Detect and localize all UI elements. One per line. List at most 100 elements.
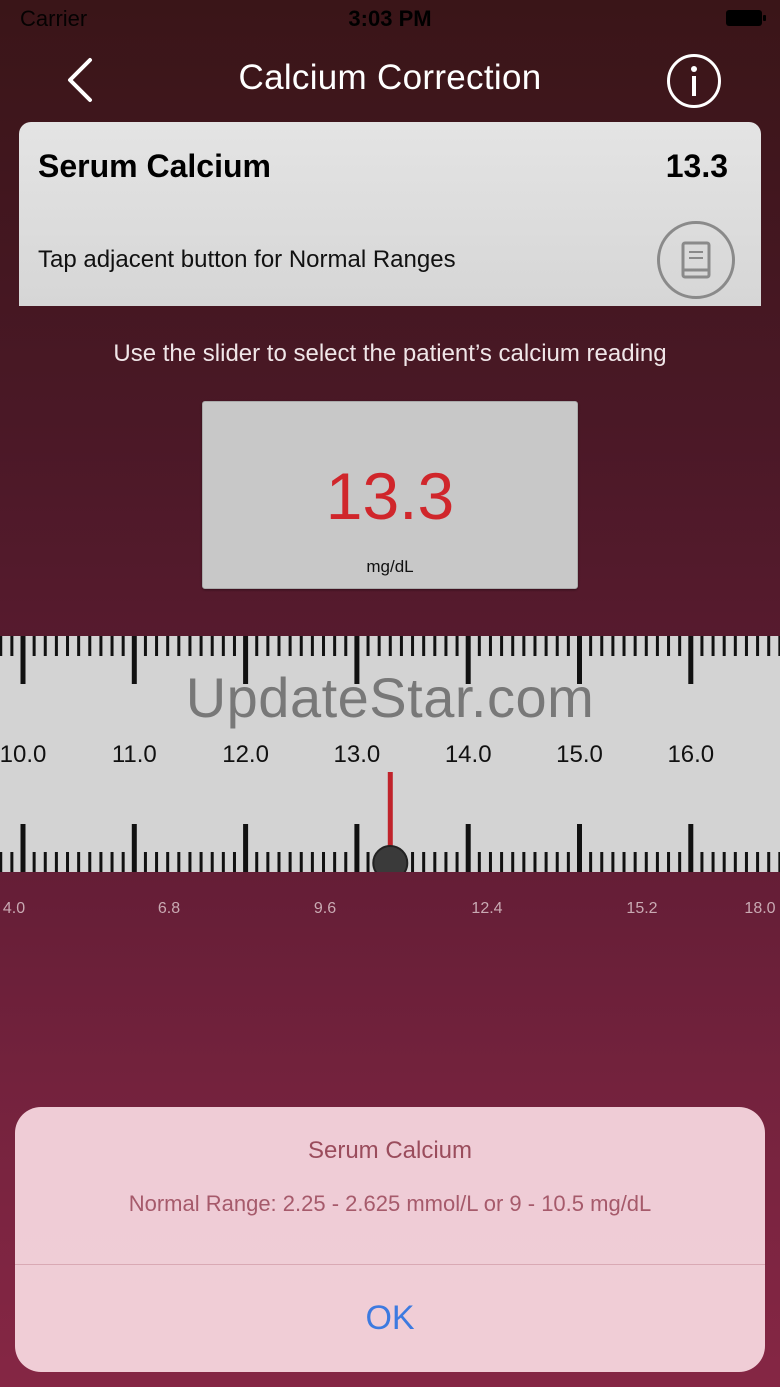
ruler-minor-tick — [477, 636, 481, 656]
ruler-minor-tick — [500, 852, 504, 872]
ok-button[interactable]: OK — [15, 1265, 765, 1372]
ruler-minor-tick — [177, 636, 181, 656]
ruler-minor-tick — [166, 852, 170, 872]
ruler-minor-tick — [544, 636, 548, 656]
ruler-major-tick — [688, 824, 694, 872]
ruler-minor-tick — [711, 636, 715, 656]
ruler-minor-tick — [611, 636, 615, 656]
info-button[interactable] — [667, 54, 721, 108]
ruler-minor-tick — [422, 852, 426, 872]
ruler-minor-tick — [288, 852, 292, 872]
ruler-minor-tick — [54, 852, 58, 872]
ruler-minor-tick — [711, 852, 715, 872]
status-bar: Carrier 3:03 PM — [0, 0, 780, 40]
readout-unit: mg/dL — [366, 557, 414, 576]
alert-title: Serum Calcium — [307, 1137, 473, 1164]
ruler-minor-tick — [366, 636, 370, 656]
ruler-minor-tick — [555, 852, 559, 872]
ruler-minor-tick — [43, 636, 47, 656]
ruler-minor-tick — [255, 636, 259, 656]
ruler-minor-tick — [199, 636, 203, 656]
scale-labels: 4.0 6.8 9.6 12.4 15.2 18.0 — [0, 900, 780, 930]
ruler-minor-tick — [700, 636, 704, 656]
ruler-minor-tick — [88, 852, 92, 872]
ruler-minor-tick — [299, 852, 303, 872]
scale-label: 9.6 — [313, 900, 337, 917]
ruler-label: 12.0 — [222, 741, 269, 768]
ruler-major-tick — [577, 824, 582, 872]
ruler-minor-tick — [266, 636, 270, 656]
ruler-minor-tick — [555, 636, 559, 656]
ruler-minor-tick — [767, 636, 771, 656]
card-value: 13.3 — [665, 148, 728, 184]
ruler-minor-tick — [110, 852, 114, 872]
ruler-minor-tick — [600, 852, 604, 872]
ruler-minor-tick — [433, 852, 437, 872]
ruler-minor-tick — [600, 636, 604, 656]
ruler-minor-tick — [277, 852, 281, 872]
ruler-minor-tick — [611, 852, 615, 872]
ruler-minor-tick — [322, 636, 326, 656]
ruler-major-tick — [131, 824, 137, 872]
ruler-minor-tick — [533, 852, 537, 872]
ruler-minor-tick — [66, 636, 70, 656]
ruler-minor-tick — [667, 852, 671, 872]
ruler-minor-tick — [544, 852, 548, 872]
ruler-minor-tick — [756, 852, 760, 872]
ruler-minor-tick — [333, 852, 337, 872]
ruler-minor-tick — [143, 636, 147, 656]
ruler-minor-tick — [733, 636, 737, 656]
ruler-minor-tick — [500, 636, 504, 656]
ruler-minor-tick — [77, 852, 81, 872]
scale-label: 15.2 — [626, 900, 658, 917]
ruler-minor-tick — [277, 636, 281, 656]
ruler-minor-tick — [655, 852, 659, 872]
scale-label: 18.0 — [744, 900, 776, 917]
ruler-minor-tick — [10, 636, 14, 656]
ruler-minor-tick — [322, 852, 326, 872]
ruler-label: 14.0 — [445, 741, 492, 768]
card-title: Serum Calcium — [38, 148, 271, 184]
ruler-minor-tick — [767, 852, 771, 872]
ruler-minor-tick — [221, 852, 225, 872]
slider-knob[interactable] — [372, 845, 409, 872]
ruler-minor-tick — [121, 636, 125, 656]
ruler-minor-tick — [232, 636, 236, 656]
ruler-minor-tick — [566, 852, 570, 872]
ruler-minor-tick — [32, 852, 36, 872]
ruler-minor-tick — [756, 636, 760, 656]
ruler-minor-tick — [700, 852, 704, 872]
ruler-minor-tick — [522, 636, 526, 656]
ruler-minor-tick — [210, 636, 214, 656]
scale-label: 4.0 — [2, 900, 26, 917]
ruler-minor-tick — [633, 636, 637, 656]
ruler-minor-tick — [377, 636, 381, 656]
ruler-minor-tick — [744, 852, 748, 872]
ruler-label: 10.0 — [0, 741, 46, 768]
readout-value: 13.3 — [325, 459, 455, 533]
ruler-minor-tick — [77, 636, 81, 656]
ruler-minor-tick — [411, 636, 415, 656]
ruler-minor-tick — [589, 852, 593, 872]
ruler-minor-tick — [88, 636, 92, 656]
normal-range-button[interactable] — [657, 221, 735, 299]
ruler-minor-tick — [633, 852, 637, 872]
ruler-minor-tick — [589, 636, 593, 656]
ruler-minor-tick — [533, 636, 537, 656]
ruler-minor-tick — [310, 852, 314, 872]
ruler-minor-tick — [255, 852, 259, 872]
ruler-label: 16.0 — [667, 741, 714, 768]
ruler-minor-tick — [155, 852, 159, 872]
ruler-minor-tick — [0, 852, 3, 872]
ruler-major-tick — [243, 824, 249, 872]
serum-calcium-card: Serum Calcium 13.3 Tap adjacent button f… — [19, 122, 761, 306]
ruler-minor-tick — [143, 852, 147, 872]
ruler-minor-tick — [744, 636, 748, 656]
ruler-minor-tick — [655, 636, 659, 656]
ruler-minor-tick — [43, 852, 47, 872]
instruction-text: Use the slider to select the patient’s c… — [113, 340, 667, 367]
ruler-minor-tick — [511, 636, 515, 656]
ruler-minor-tick — [155, 636, 159, 656]
value-readout: 13.3 mg/dL — [202, 401, 578, 589]
ruler-minor-tick — [66, 852, 70, 872]
